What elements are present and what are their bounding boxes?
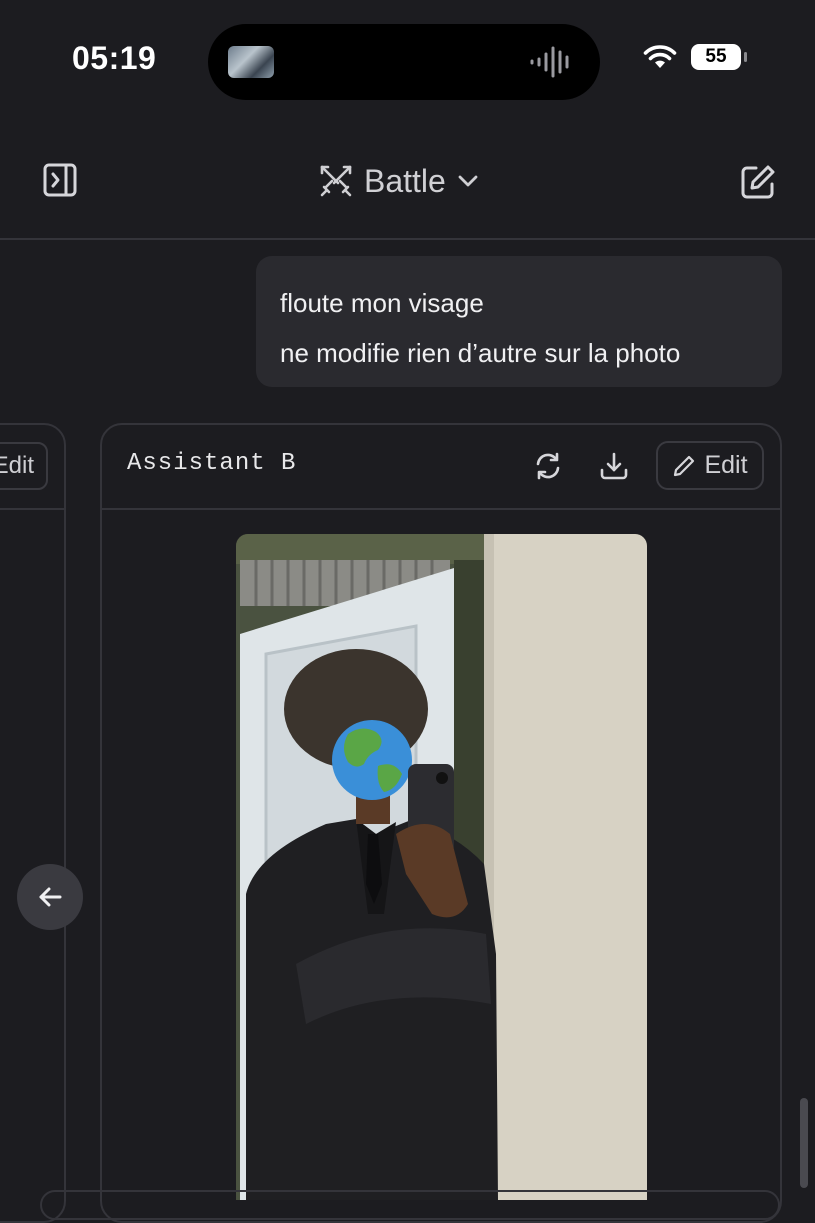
assistant-b-header-divider (102, 508, 780, 510)
arrow-left-icon (39, 887, 62, 907)
wifi-icon (643, 45, 677, 68)
dynamic-island (208, 24, 600, 100)
now-playing-thumbnail (228, 46, 274, 78)
refresh-icon (536, 452, 560, 480)
assistant-b-edit-label: Edit (704, 451, 748, 479)
download-icon (600, 452, 628, 480)
regenerate-button[interactable] (528, 446, 568, 486)
swords-icon (320, 165, 352, 197)
status-time: 05:19 (72, 40, 157, 76)
assistant-b-edit-button[interactable]: Edit (656, 441, 764, 490)
battery-indicator: 55 (691, 44, 747, 70)
chevron-down-icon (458, 175, 478, 187)
assistant-a-edit-label: Edit (0, 452, 34, 479)
user-message-line: ne modifie rien d’autre sur la photo (280, 338, 681, 368)
sidebar-toggle-icon (43, 163, 77, 197)
assistant-a-card (0, 423, 66, 1223)
generated-image[interactable] (236, 534, 647, 1200)
audio-wave-icon (530, 46, 569, 78)
user-message-line: floute mon visage (280, 288, 484, 318)
assistant-a-header-divider (0, 508, 66, 510)
sidebar-toggle-button[interactable] (40, 160, 80, 200)
assistant-b-title: Assistant B (127, 450, 297, 477)
mode-selector[interactable]: Battle (318, 158, 480, 204)
status-indicators: 55 (643, 44, 747, 70)
next-card-edge (40, 1190, 780, 1220)
compose-icon (741, 165, 775, 199)
user-message-bubble: floute mon visage ne modifie rien d’autr… (256, 256, 782, 387)
new-chat-button[interactable] (736, 160, 780, 204)
mode-label: Battle (364, 162, 446, 199)
download-button[interactable] (594, 446, 634, 486)
scrollbar[interactable] (800, 1098, 808, 1188)
header-divider (0, 238, 815, 240)
assistant-a-edit-button[interactable]: Edit (0, 442, 48, 490)
previous-button[interactable] (17, 864, 83, 930)
pencil-icon (674, 455, 695, 476)
